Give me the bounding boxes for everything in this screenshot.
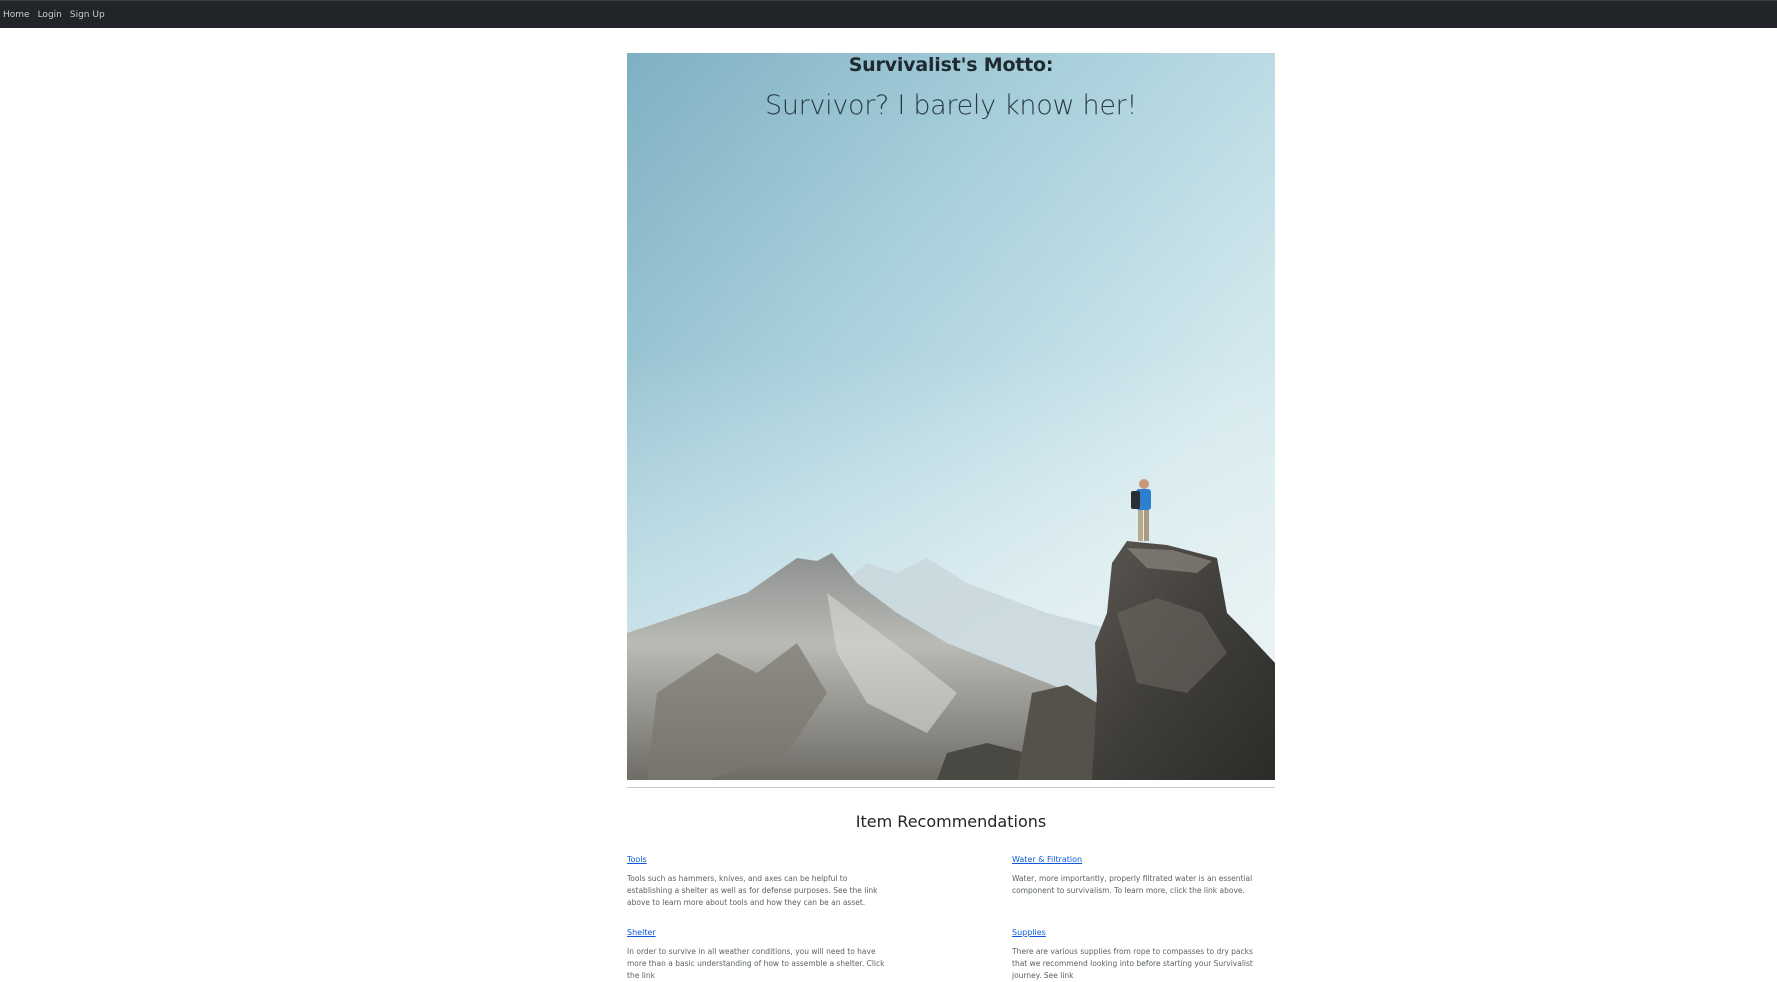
- hero-mountain-image: [627, 53, 1275, 780]
- shelter-description: In order to survive in all weather condi…: [627, 947, 885, 980]
- top-navbar: Home Login Sign Up: [0, 0, 1777, 28]
- rec-shelter: Shelter In order to survive in all weath…: [627, 928, 885, 982]
- tools-description: Tools such as hammers, knives, and axes …: [627, 874, 878, 907]
- recommendations-title: Item Recommendations: [855, 812, 1047, 831]
- supplies-link[interactable]: Supplies: [1012, 928, 1270, 937]
- rec-supplies: Supplies There are various supplies from…: [1012, 928, 1270, 982]
- motto-heading: Survivalist's Motto:: [848, 54, 1054, 76]
- nav-links: Home Login Sign Up: [0, 1, 1777, 21]
- supplies-description: There are various supplies from rope to …: [1012, 947, 1253, 980]
- hero-banner: Survivalist's Motto: Survivor? I barely …: [627, 53, 1275, 780]
- water-filtration-description: Water, more importantly, properly filtra…: [1012, 874, 1253, 895]
- motto-text: Survivor? I barely know her!: [765, 90, 1137, 121]
- shelter-link[interactable]: Shelter: [627, 928, 885, 937]
- rec-tools: Tools Tools such as hammers, knives, and…: [627, 855, 885, 909]
- rec-water: Water & Filtration Water, more important…: [1012, 855, 1270, 897]
- nav-home-link[interactable]: Home: [3, 10, 30, 21]
- nav-login-link[interactable]: Login: [38, 10, 62, 21]
- section-divider: [627, 787, 1275, 788]
- nav-signup-link[interactable]: Sign Up: [70, 10, 105, 21]
- tools-link[interactable]: Tools: [627, 855, 885, 864]
- water-filtration-link[interactable]: Water & Filtration: [1012, 855, 1270, 864]
